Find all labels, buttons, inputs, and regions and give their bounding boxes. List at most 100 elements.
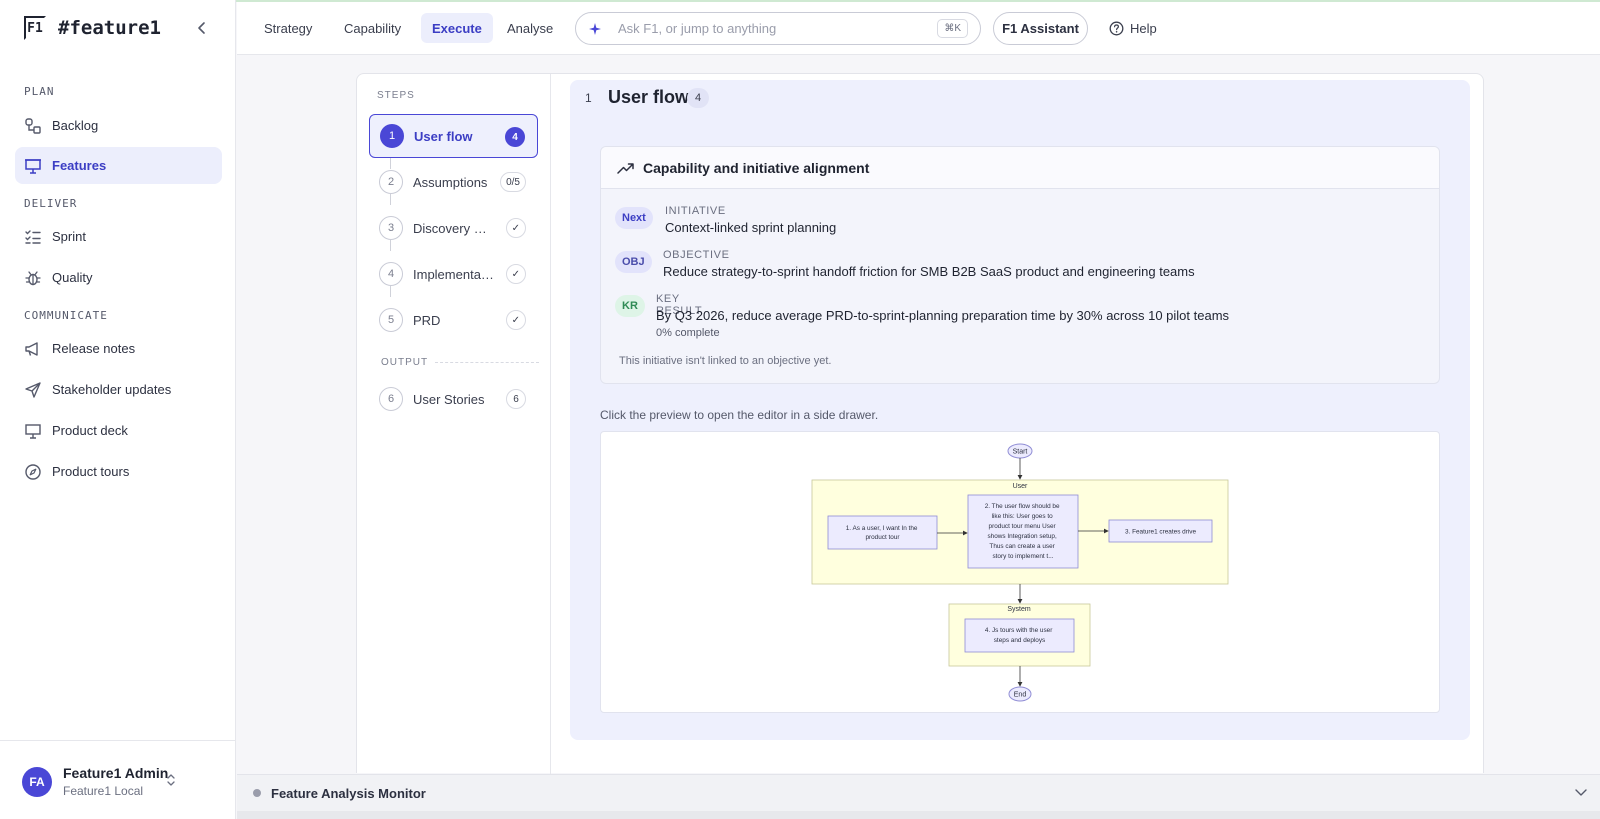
step-number: 1 (380, 124, 404, 148)
objective-kicker: OBJECTIVE (663, 249, 730, 261)
output-divider (435, 362, 539, 363)
flow-node-4-line: steps and deploys (994, 637, 1046, 644)
step-user-flow[interactable]: 1 User flow 4 (369, 114, 538, 158)
user-account[interactable]: FA Feature1 Admin Feature1 Local (0, 740, 236, 819)
step-label: User Stories (413, 391, 485, 407)
brand: F1 #feature1 (24, 14, 161, 42)
key-result-badge: KR (615, 295, 645, 317)
step-user-stories[interactable]: 6 User Stories 6 (369, 377, 538, 421)
megaphone-icon (25, 341, 38, 356)
flow-start-label: Start (1013, 449, 1028, 456)
tab-capability[interactable]: Capability (333, 13, 412, 43)
step-label: Implementation (413, 266, 495, 282)
alignment-note: This initiative isn't linked to an objec… (619, 355, 832, 367)
step-badge: ✓ (505, 218, 526, 238)
step-number: 5 (379, 308, 403, 332)
search-input[interactable] (618, 21, 918, 36)
key-result-text[interactable]: By Q3 2026, reduce average PRD-to-sprint… (656, 308, 1229, 323)
sidebar-item-label: Backlog (52, 118, 99, 133)
feature-analysis-monitor[interactable]: Feature Analysis Monitor (237, 774, 1600, 811)
monitor-status-dot (253, 789, 261, 797)
step-badge: ✓ (505, 310, 526, 330)
account-switch-toggle[interactable] (166, 773, 176, 790)
workspace-name: #feature1 (58, 17, 161, 39)
help-circle-icon (1109, 21, 1124, 35)
steps-panel: STEPS 1 User flow 4 2 Assumptions 0/5 3 … (357, 74, 551, 774)
sidebar-item-sprint[interactable]: Sprint (15, 218, 222, 255)
section-label-communicate: COMMUNICATE (24, 309, 108, 322)
app-logo[interactable]: F1 (24, 16, 46, 40)
flow-node-1-line: 1. As a user, I want In the (846, 525, 918, 532)
user-flow-panel: 1 User flow 4 Capability and initiative … (570, 80, 1470, 740)
command-search[interactable]: ⌘K (575, 12, 981, 45)
flow-node-4-line: 4. Js tours with the user (985, 627, 1053, 634)
initiative-kicker: INITIATIVE (665, 205, 726, 217)
flow-node-2-line: 2. The user flow should be (985, 503, 1060, 510)
page-title: User flow (608, 87, 690, 107)
step-discovery[interactable]: 3 Discovery & Research ✓ (369, 206, 538, 250)
step-assumptions[interactable]: 2 Assumptions 0/5 (369, 160, 538, 204)
bottom-edge (237, 811, 1600, 819)
trending-up-icon (617, 162, 634, 174)
sidebar: F1 #feature1 PLAN Backlog Features DELIV… (0, 0, 236, 819)
step-number: 3 (379, 216, 403, 240)
key-result-progress: 0% complete (656, 327, 720, 339)
sidebar-item-label: Stakeholder updates (52, 382, 172, 397)
flow-node-3-line: 3. Feature1 creates drive (1125, 529, 1196, 536)
help-button[interactable]: Help (1109, 13, 1157, 43)
flow-node-2-line: story to implement t... (992, 553, 1053, 560)
objective-text[interactable]: Reduce strategy-to-sprint handoff fricti… (663, 264, 1195, 279)
step-implementation[interactable]: 4 Implementation ✓ (369, 252, 538, 296)
feature-workspace: STEPS 1 User flow 4 2 Assumptions 0/5 3 … (356, 73, 1484, 774)
step-label: User flow (414, 128, 473, 144)
alignment-card: Capability and initiative alignment Next… (600, 146, 1440, 384)
step-prd[interactable]: 5 PRD ✓ (369, 298, 538, 342)
sidebar-item-stakeholder-updates[interactable]: Stakeholder updates (15, 371, 222, 408)
monitor-icon (25, 423, 41, 439)
monitor-title: Feature Analysis Monitor (271, 785, 426, 801)
step-label: Discovery & Research (413, 220, 495, 236)
assistant-button[interactable]: F1 Assistant (993, 12, 1088, 45)
chevron-down-icon (1575, 789, 1587, 796)
sidebar-item-release-notes[interactable]: Release notes (15, 330, 222, 367)
sidebar-item-quality[interactable]: Quality (15, 259, 222, 296)
flow-lane-system-label: System (1007, 606, 1031, 613)
sidebar-item-label: Sprint (52, 229, 86, 244)
tab-analyse[interactable]: Analyse (496, 13, 564, 43)
sidebar-item-label: Product tours (52, 464, 130, 479)
presentation-icon (25, 158, 41, 174)
top-bar: Strategy Capability Execute Analyse ⌘K F… (237, 2, 1600, 55)
help-label: Help (1130, 20, 1157, 36)
flow-node-2-line: shows Integration setup, (987, 533, 1056, 540)
sidebar-item-features[interactable]: Features (15, 147, 222, 184)
flow-diagram: Start User 1. As a user, I want In the p… (811, 443, 1229, 702)
bug-icon (25, 270, 41, 285)
objective-badge: OBJ (615, 251, 652, 273)
steps-heading: STEPS (377, 90, 415, 101)
collapse-sidebar-button[interactable] (190, 16, 214, 40)
compass-icon (25, 463, 41, 480)
section-label-plan: PLAN (24, 85, 55, 98)
sidebar-item-product-tours[interactable]: Product tours (15, 453, 222, 490)
step-badge: 6 (506, 389, 526, 409)
user-org: Feature1 Local (63, 784, 144, 798)
step-label: PRD (413, 312, 441, 328)
step-number: 6 (379, 387, 403, 411)
status-badge: Next (615, 207, 653, 229)
avatar: FA (22, 767, 52, 797)
flow-preview[interactable]: Start User 1. As a user, I want In the p… (600, 431, 1440, 713)
tab-execute[interactable]: Execute (421, 13, 493, 43)
flow-node-2-line: like this: User goes to (992, 513, 1054, 520)
sidebar-item-backlog[interactable]: Backlog (15, 107, 222, 144)
step-number: 2 (379, 170, 403, 194)
sidebar-item-label: Quality (52, 270, 93, 285)
checklist-icon (25, 229, 41, 244)
shortcut-hint: ⌘K (937, 19, 968, 38)
initiative-text[interactable]: Context-linked sprint planning (665, 220, 836, 235)
count-badge: 4 (687, 88, 709, 108)
section-label-deliver: DELIVER (24, 197, 78, 210)
tab-strategy[interactable]: Strategy (253, 13, 323, 43)
monitor-expand-toggle[interactable] (1574, 785, 1588, 804)
sidebar-item-product-deck[interactable]: Product deck (15, 412, 222, 449)
step-index: 1 (585, 91, 592, 105)
